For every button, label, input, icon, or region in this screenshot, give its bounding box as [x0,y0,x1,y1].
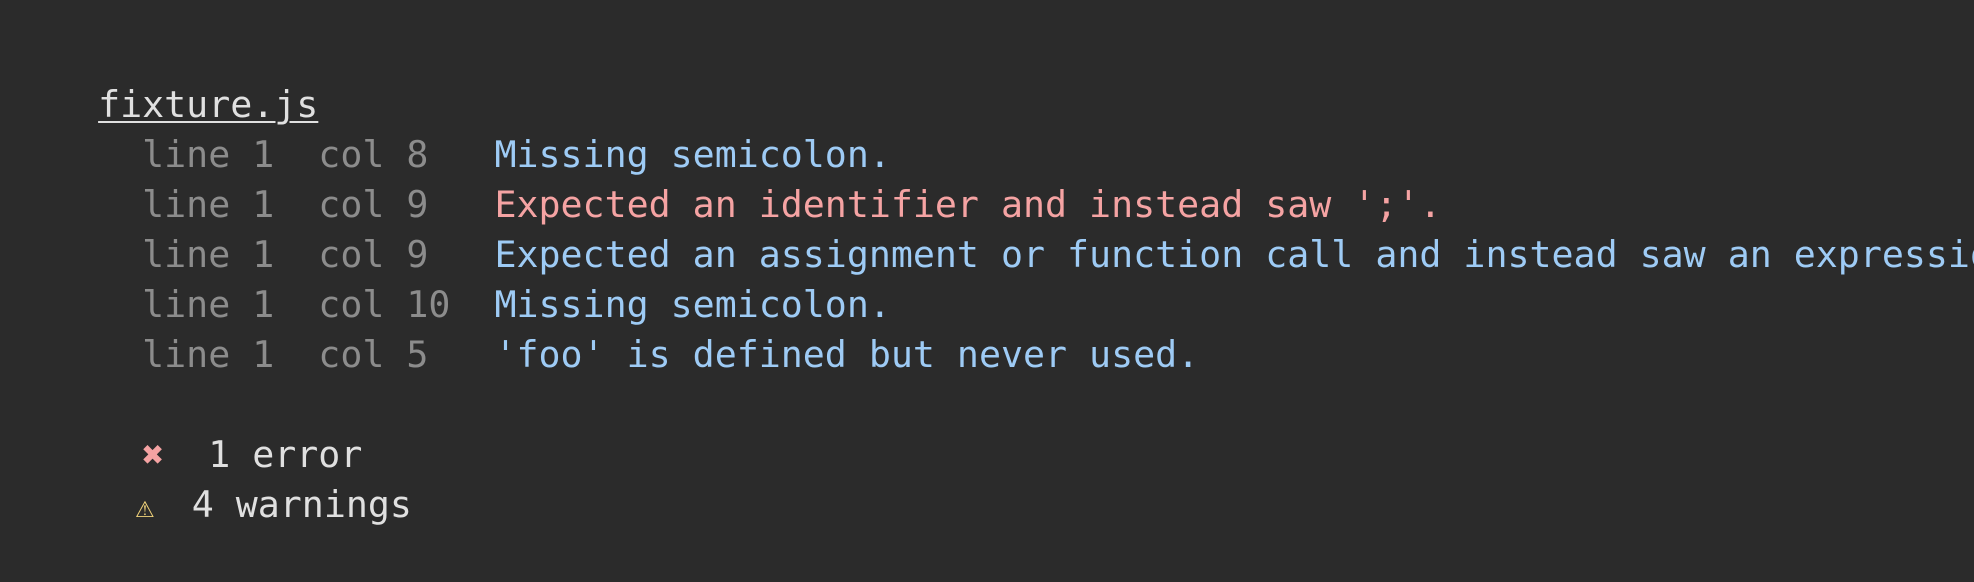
warning-count: 4 warnings [191,483,412,526]
column-number: col 9 [318,233,429,276]
warning-message: Missing semicolon. [494,283,891,326]
error-summary-row: ✖ 1 error [10,380,1974,476]
line-number: line 1 [142,133,275,176]
line-number: line 1 [142,283,275,326]
line-number: line 1 [142,233,275,276]
line-number: line 1 [142,183,275,226]
error-x-icon: ✖ [142,433,165,476]
column-number: col 5 [318,333,429,376]
file-name: fixture.js [98,83,319,126]
warning-triangle-icon: ⚠ [135,489,155,525]
column-number: col 8 [318,133,429,176]
lint-report: fixture.js line 1 col 8 Missing semicolon.… [10,30,1974,526]
line-number: line 1 [142,333,275,376]
error-message: Expected an identifier and instead saw '… [494,183,1442,226]
file-header-row: fixture.js [10,30,1974,126]
warning-message: Expected an assignment or function call … [494,233,1974,276]
warning-message: Missing semicolon. [494,133,891,176]
warning-message: 'foo' is defined but never used. [494,333,1200,376]
column-number: col 9 [318,183,429,226]
error-count: 1 error [208,433,363,476]
column-number: col 10 [318,283,451,326]
